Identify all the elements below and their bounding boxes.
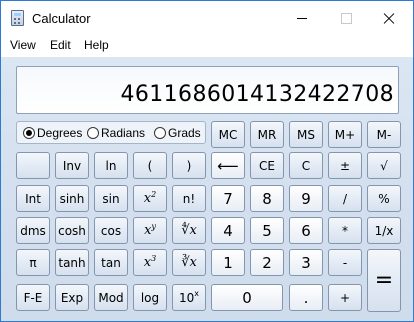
x-cubed-base: x [143,255,152,270]
sinh-button[interactable]: sinh [55,185,89,212]
percent-button[interactable]: % [367,185,401,212]
minimize-button[interactable] [280,1,324,34]
menu-view[interactable]: View [10,38,36,52]
x-cubed-exp: 3 [151,254,157,263]
window-title: Calculator [32,11,91,26]
ln-button[interactable]: ln [94,152,128,179]
digit-9-button[interactable]: 9 [289,185,323,212]
open-paren-button[interactable]: ( [133,152,167,179]
backspace-button[interactable]: ⟵ [211,152,245,179]
add-button[interactable]: + [328,284,362,311]
title-bar[interactable]: Calculator [1,1,413,34]
int-button[interactable]: Int [16,185,50,212]
log-button[interactable]: log [133,284,167,311]
digit-1-button[interactable]: 1 [211,249,245,276]
mr-button[interactable]: MR [250,121,284,148]
digit-5-button[interactable]: 5 [250,217,284,244]
multiply-button[interactable]: * [328,217,362,244]
mod-button[interactable]: Mod [94,284,128,311]
ten-pow-x-exp: x [194,289,199,298]
x-pow-y-button[interactable]: xy [133,217,167,244]
dms-button[interactable]: dms [16,217,50,244]
close-button[interactable] [367,1,411,34]
angle-mode-group: Degrees Radians Grads [16,121,206,144]
radio-radians-label: Radians [101,126,146,140]
ten-pow-x-base: 10 [178,290,195,305]
digit-0-button[interactable]: 0 [211,284,283,311]
fe-button[interactable]: F-E [16,284,50,311]
x-pow-y-exp: y [151,222,156,231]
tan-button[interactable]: tan [94,249,128,276]
radio-grads-label: Grads [168,126,201,140]
backspace-icon: ⟵ [217,156,239,175]
cosh-button[interactable]: cosh [55,217,89,244]
calculator-body: 4611686014132422708 Degrees Radians Grad… [1,57,413,321]
decimal-button[interactable]: . [289,284,323,311]
factorial-button[interactable]: n! [172,185,206,212]
digit-3-button[interactable]: 3 [289,249,323,276]
x-cubed-button[interactable]: x3 [133,249,167,276]
radio-radians-dot[interactable] [87,127,99,139]
menu-edit[interactable]: Edit [50,38,71,52]
tanh-button[interactable]: tanh [55,249,89,276]
m-minus-button[interactable]: M- [367,121,401,148]
digit-6-button[interactable]: 6 [289,217,323,244]
close-paren-button[interactable]: ) [172,152,206,179]
cube-root-button[interactable]: ∛x [172,249,206,276]
display: 4611686014132422708 [16,66,399,114]
divide-button[interactable]: / [328,185,362,212]
cos-button[interactable]: cos [94,217,128,244]
inv-button[interactable]: Inv [55,152,89,179]
ce-button[interactable]: CE [250,152,284,179]
x-squared-exp: 2 [151,190,157,199]
x-squared-button[interactable]: x2 [133,185,167,212]
mc-button[interactable]: MC [211,121,245,148]
display-value: 4611686014132422708 [120,82,394,107]
equals-button[interactable]: = [367,249,401,312]
calculator-window: Calculator View Edit Help 46116860141324… [0,0,414,322]
pi-button[interactable]: π [16,249,50,276]
calculator-app-icon [11,10,24,26]
menu-bar: View Edit Help [1,35,413,55]
exp-button[interactable]: Exp [55,284,89,311]
digit-7-button[interactable]: 7 [211,185,245,212]
sqrt-button[interactable]: √ [367,152,401,179]
ms-button[interactable]: MS [289,121,323,148]
c-button[interactable]: C [289,152,323,179]
digit-2-button[interactable]: 2 [250,249,284,276]
radio-degrees-label: Degrees [37,126,83,140]
radio-grads-dot[interactable] [154,127,166,139]
sin-button[interactable]: sin [94,185,128,212]
ten-pow-x-button[interactable]: 10 x [172,284,206,311]
blank-button[interactable] [16,152,50,179]
digit-8-button[interactable]: 8 [250,185,284,212]
digit-4-button[interactable]: 4 [211,217,245,244]
y-root-x-button[interactable]: ∜x [172,217,206,244]
subtract-button[interactable]: - [328,249,362,276]
radio-degrees-dot[interactable] [23,127,35,139]
maximize-button[interactable] [324,1,368,34]
menu-help[interactable]: Help [84,38,109,52]
negate-button[interactable]: ± [328,152,362,179]
reciprocal-button[interactable]: 1/x [367,217,401,244]
m-plus-button[interactable]: M+ [328,121,362,148]
